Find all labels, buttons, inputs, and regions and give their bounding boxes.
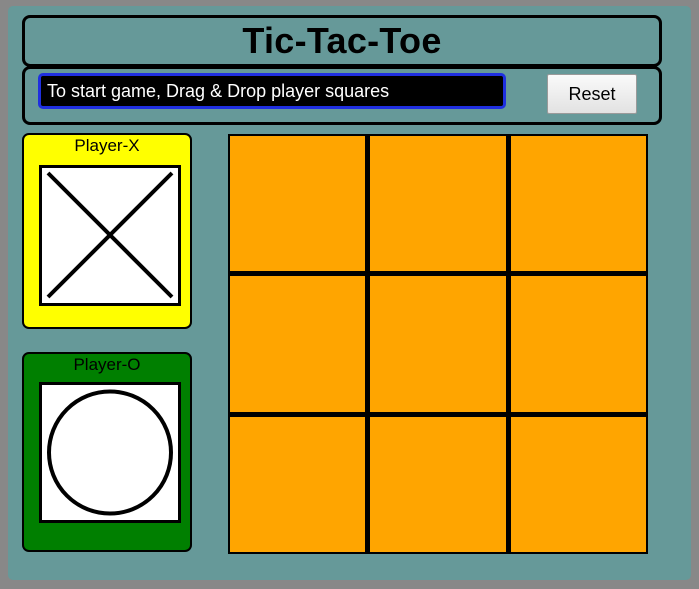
- board-cell[interactable]: [510, 136, 646, 272]
- game-window: Tic-Tac-Toe Reset Player-X Player-O: [8, 6, 691, 580]
- reset-button[interactable]: Reset: [547, 74, 637, 114]
- board-cell[interactable]: [510, 416, 646, 552]
- board-cell[interactable]: [230, 136, 366, 272]
- player-x-card: Player-X: [22, 133, 192, 329]
- board-cell[interactable]: [230, 276, 366, 412]
- board-cell[interactable]: [370, 276, 506, 412]
- board-cell[interactable]: [370, 416, 506, 552]
- game-board: [228, 134, 648, 554]
- board-cell[interactable]: [510, 276, 646, 412]
- player-o-label: Player-O: [73, 355, 141, 374]
- board-cell[interactable]: [370, 136, 506, 272]
- player-o-card: Player-O: [22, 352, 192, 552]
- board-cell[interactable]: [230, 416, 366, 552]
- o-mark-icon: [47, 389, 173, 516]
- x-mark-icon: [46, 171, 174, 299]
- control-bar: Reset: [22, 66, 662, 125]
- player-x-label: Player-X: [74, 136, 140, 155]
- title-bar: Tic-Tac-Toe: [22, 15, 662, 67]
- status-message-field[interactable]: [38, 73, 506, 109]
- page-title: Tic-Tac-Toe: [242, 20, 442, 61]
- player-o-token[interactable]: [39, 382, 181, 523]
- player-x-token[interactable]: [39, 165, 181, 306]
